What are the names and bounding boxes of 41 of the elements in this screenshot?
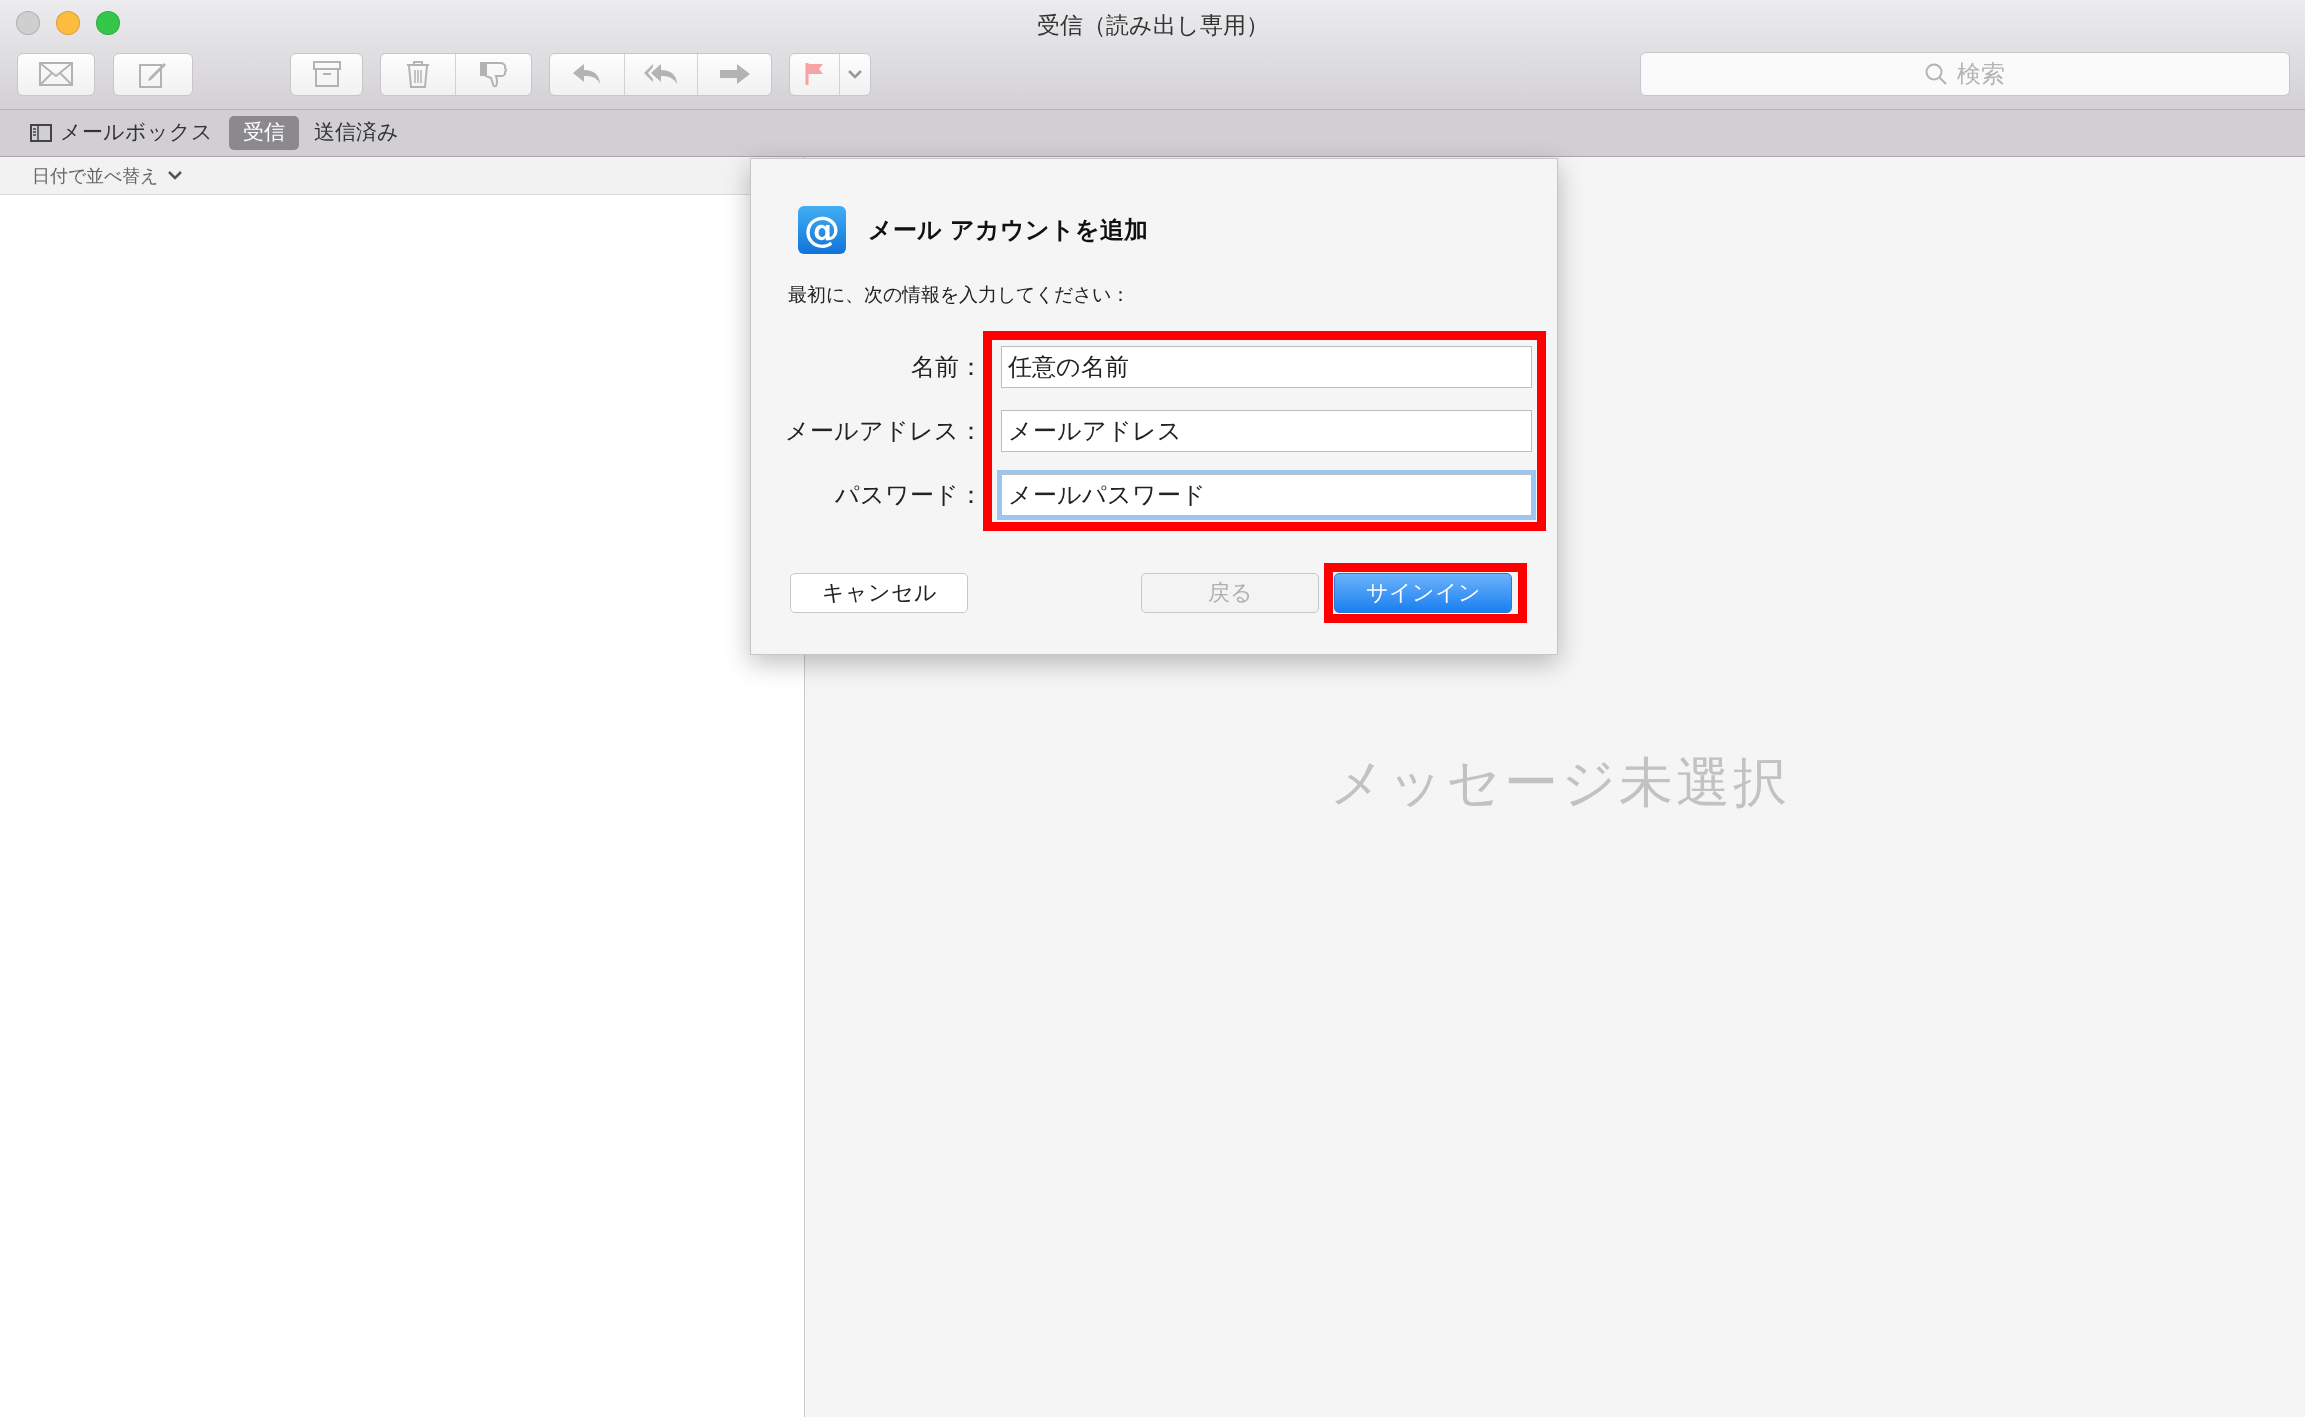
flag-icon: [804, 62, 825, 86]
delete-button[interactable]: [381, 53, 456, 95]
sidebar-icon: [30, 124, 52, 142]
mailboxes-toggle[interactable]: メールボックス: [30, 117, 213, 149]
close-button[interactable]: [16, 11, 40, 35]
reply-arrow-icon: [572, 62, 602, 86]
sort-menu[interactable]: 日付で並べ替え: [0, 157, 804, 195]
flag-button[interactable]: [790, 53, 840, 95]
get-mail-button[interactable]: [17, 52, 95, 96]
zoom-button[interactable]: [96, 11, 120, 35]
right-arrow-icon: [718, 63, 751, 85]
window-title: 受信（読み出し専用）: [1036, 11, 1269, 40]
chevron-down-icon: [168, 171, 182, 180]
forward-button[interactable]: [698, 53, 771, 95]
text-field[interactable]: 任意の名前: [1001, 345, 1532, 388]
trash-icon: [406, 60, 430, 88]
compose-button[interactable]: [113, 52, 193, 96]
compose-icon: [139, 60, 167, 88]
field-label: パスワード：: [834, 479, 983, 511]
search-icon: [1925, 63, 1947, 85]
text-field[interactable]: メールアドレス: [1001, 409, 1532, 452]
dialog-title: メール アカウントを追加: [868, 215, 1149, 246]
dialog-button: 戻る: [1141, 572, 1319, 613]
dialog-button[interactable]: キャンセル: [790, 572, 968, 613]
reply-all-icon: [643, 62, 679, 86]
junk-button[interactable]: [456, 53, 531, 95]
envelope-icon: [39, 62, 73, 86]
archive-box-icon: [312, 61, 341, 87]
mailbox-tab[interactable]: 送信済み: [300, 116, 413, 150]
field-label: メールアドレス：: [784, 415, 983, 447]
minimize-button[interactable]: [56, 11, 80, 35]
text-field[interactable]: メールパスワード: [1001, 473, 1532, 516]
field-label: 名前：: [910, 351, 983, 383]
instruction-text: 最初に、次の情報を入力してください：: [788, 282, 1131, 307]
reply-all-button[interactable]: [625, 53, 698, 95]
flag-menu-button[interactable]: [840, 53, 870, 95]
at-sign-icon: @: [798, 206, 846, 254]
chevron-down-icon: [848, 69, 862, 79]
reply-button[interactable]: [550, 53, 625, 95]
archive-button[interactable]: [290, 52, 363, 96]
thumbs-down-icon: [478, 60, 509, 88]
